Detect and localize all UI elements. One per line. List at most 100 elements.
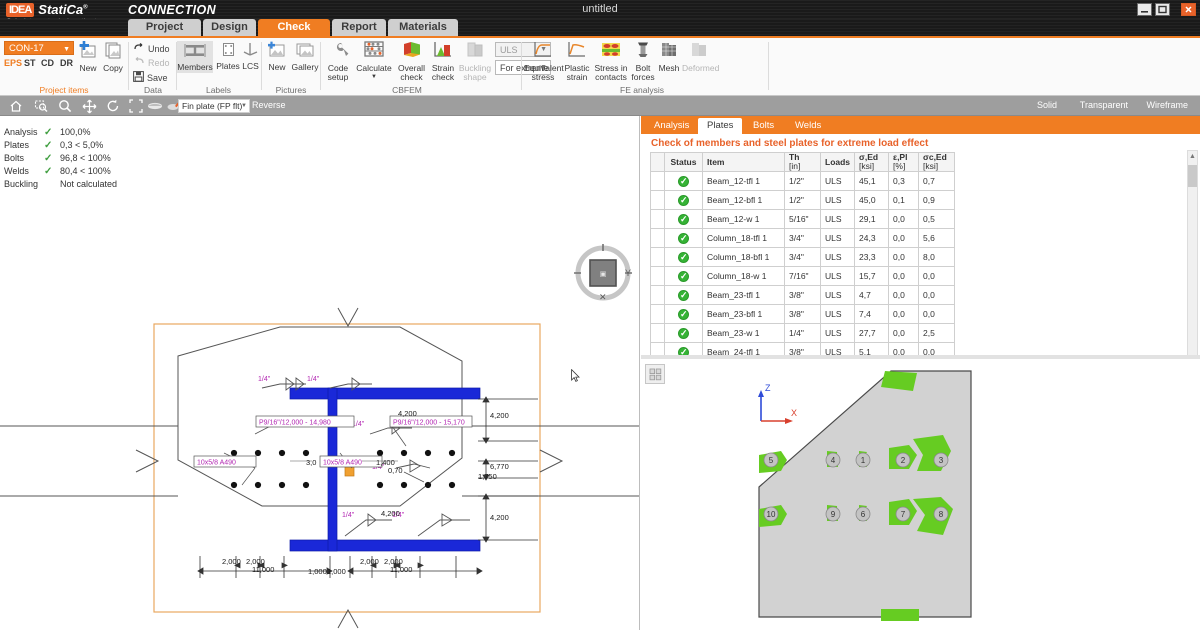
calculate-button[interactable]: Calculate ▼ [353, 40, 395, 83]
tab-design[interactable]: Design [203, 19, 256, 36]
table-row[interactable]: Beam_23-w 11/4"ULS27,70,02,5 [651, 324, 955, 343]
row-item: Column_18-bfl 1 [703, 248, 785, 267]
labels-lcs-toggle[interactable]: LCS [241, 41, 260, 71]
plastic-strain-button[interactable]: Plastic strain [562, 40, 592, 83]
strain-check-button[interactable]: Strain check [428, 40, 458, 83]
buckling-label-2: shape [463, 72, 486, 82]
minimize-button[interactable] [1137, 3, 1152, 16]
labels-members-toggle[interactable]: Members [177, 41, 213, 73]
view-mode-transparent[interactable]: Transparent [1080, 100, 1128, 110]
strain-check-label-1: Strain [432, 63, 454, 73]
header-sigma-c-ed[interactable]: σc,Ed[ksi] [919, 153, 955, 172]
ribbon-tab-strip: Project Design Check Report Materials [0, 19, 1200, 36]
zoom-window-icon[interactable] [33, 98, 49, 114]
new-picture-button[interactable]: New [264, 41, 290, 72]
project-code-st[interactable]: ST [24, 58, 36, 68]
overall-check-label-1: Overall [398, 63, 425, 73]
close-button[interactable] [1181, 3, 1196, 16]
project-code-dr[interactable]: DR [60, 58, 73, 68]
row-thickness: 1/4" [785, 324, 821, 343]
search-icon[interactable] [57, 98, 73, 114]
labels-plates-toggle[interactable]: Plates [215, 41, 241, 71]
gallery-button[interactable]: Gallery [290, 41, 320, 72]
undo-button[interactable]: Undo [133, 43, 170, 55]
mesh-button[interactable]: Mesh [656, 40, 682, 73]
save-button[interactable]: Save [133, 71, 168, 84]
table-row[interactable]: Beam_12-tfl 11/2"ULS45,10,30,7 [651, 172, 955, 191]
header-status[interactable]: Status [665, 153, 703, 172]
status-ok-icon [678, 252, 689, 263]
plates-check-table: Status Item Th[in] Loads σ,Ed[ksi] ε,Pl[… [650, 152, 955, 381]
bolt-number-7: 7 [901, 510, 906, 519]
project-code-eps[interactable]: EPS [4, 58, 22, 68]
view-mode-solid[interactable]: Solid [1037, 100, 1057, 110]
project-code-cd[interactable]: CD [41, 58, 54, 68]
view-navigation-cube[interactable]: ▣ Y ✕ [573, 243, 633, 303]
maximize-button[interactable] [1155, 3, 1170, 16]
plate-3d-render[interactable]: 5 4 1 2 3 10 9 6 7 8 [641, 359, 1200, 630]
new-item-label: New [79, 63, 96, 73]
table-row[interactable]: Column_18-w 17/16"ULS15,70,00,0 [651, 267, 955, 286]
svg-text:✕: ✕ [599, 292, 607, 302]
tab-bolts[interactable]: Bolts [744, 118, 783, 134]
tab-report[interactable]: Report [332, 19, 386, 36]
tab-check[interactable]: Check [258, 19, 330, 36]
tab-plates[interactable]: Plates [698, 118, 742, 134]
header-loads[interactable]: Loads [821, 153, 855, 172]
table-row[interactable]: Beam_23-tfl 13/8"ULS4,70,00,0 [651, 286, 955, 305]
members-icon [177, 42, 213, 62]
equivalent-stress-button[interactable]: Equivalent stress [524, 40, 562, 83]
header-eps-pl[interactable]: ε,Pl[%] [889, 153, 919, 172]
connection-drawing[interactable]: 1/4" 1/4" 1/4" 1/4" 1/4" 1/4 [0, 116, 640, 630]
table-row[interactable]: Column_18-bfl 13/4"ULS23,30,08,0 [651, 248, 955, 267]
bolt-callout-left: 10x5/8 A490 [194, 453, 256, 485]
rotate-icon[interactable] [105, 98, 121, 114]
expand-viewport-button[interactable] [645, 364, 665, 384]
view-mode-wireframe[interactable]: Wireframe [1146, 100, 1188, 110]
overall-check-button[interactable]: Overall check [395, 40, 428, 83]
table-row[interactable]: Beam_12-w 15/16"ULS29,10,00,5 [651, 210, 955, 229]
new-project-item-button[interactable]: New [76, 40, 100, 73]
chevron-down-icon[interactable]: ▼ [353, 73, 395, 83]
group-caption-cbfem: CBFEM [321, 85, 493, 95]
tab-welds[interactable]: Welds [786, 118, 830, 134]
strain-chart-icon [428, 40, 458, 63]
row-status [665, 324, 703, 343]
header-thickness[interactable]: Th[in] [785, 153, 821, 172]
bdim-11000-a: 11,000 [252, 565, 274, 574]
code-setup-button[interactable]: Code setup [323, 40, 353, 83]
viewport-3d[interactable]: 5 4 1 2 3 10 9 6 7 8 [641, 359, 1200, 630]
project-item-combo[interactable]: CON-17 ▼ [4, 41, 74, 55]
tab-project[interactable]: Project [128, 19, 201, 36]
buckling-shape-button[interactable]: Buckling shape [458, 40, 492, 83]
operation-select[interactable]: Fin plate (FP flt) ▼ [178, 99, 250, 113]
table-row[interactable]: Beam_23-bfl 13/8"ULS7,40,00,0 [651, 305, 955, 324]
scroll-up-icon[interactable]: ▲ [1188, 151, 1197, 163]
plates-label: Plates [216, 61, 240, 71]
zoom-fit-icon[interactable] [128, 98, 144, 114]
drawing-panel[interactable]: Analysis ✓ 100,0% Plates ✓ 0,3 < 5,0% Bo… [0, 116, 640, 630]
row-gutter [651, 248, 665, 267]
reverse-toggle[interactable]: Reverse [252, 100, 286, 110]
scrollbar-thumb[interactable] [1188, 165, 1197, 187]
plastic-strain-label-2: strain [567, 72, 588, 82]
home-icon[interactable] [8, 98, 24, 114]
table-row[interactable]: Beam_12-bfl 11/2"ULS45,00,10,9 [651, 191, 955, 210]
table-row[interactable]: Column_18-tfl 13/4"ULS24,30,05,6 [651, 229, 955, 248]
header-sigma-ed[interactable]: σ,Ed[ksi] [855, 153, 889, 172]
deformed-button[interactable]: Deformed [682, 40, 716, 73]
tab-materials[interactable]: Materials [388, 19, 458, 36]
status-ok-icon [678, 290, 689, 301]
row-status [665, 229, 703, 248]
ribbon-group-labels: Members Plates LCS Labels [177, 38, 260, 96]
redo-button[interactable]: Redo [133, 57, 170, 69]
row-loads: ULS [821, 172, 855, 191]
view-clip-icon[interactable] [147, 98, 163, 114]
stress-in-contacts-button[interactable]: Stress in contacts [592, 40, 630, 83]
results-tab-strip: Analysis Plates Bolts Welds [641, 116, 1200, 134]
header-item[interactable]: Item [703, 153, 785, 172]
tab-analysis[interactable]: Analysis [645, 118, 698, 134]
bolt-forces-button[interactable]: Bolt forces [630, 40, 656, 83]
pan-move-icon[interactable] [81, 98, 97, 114]
copy-project-item-button[interactable]: Copy [101, 40, 125, 73]
